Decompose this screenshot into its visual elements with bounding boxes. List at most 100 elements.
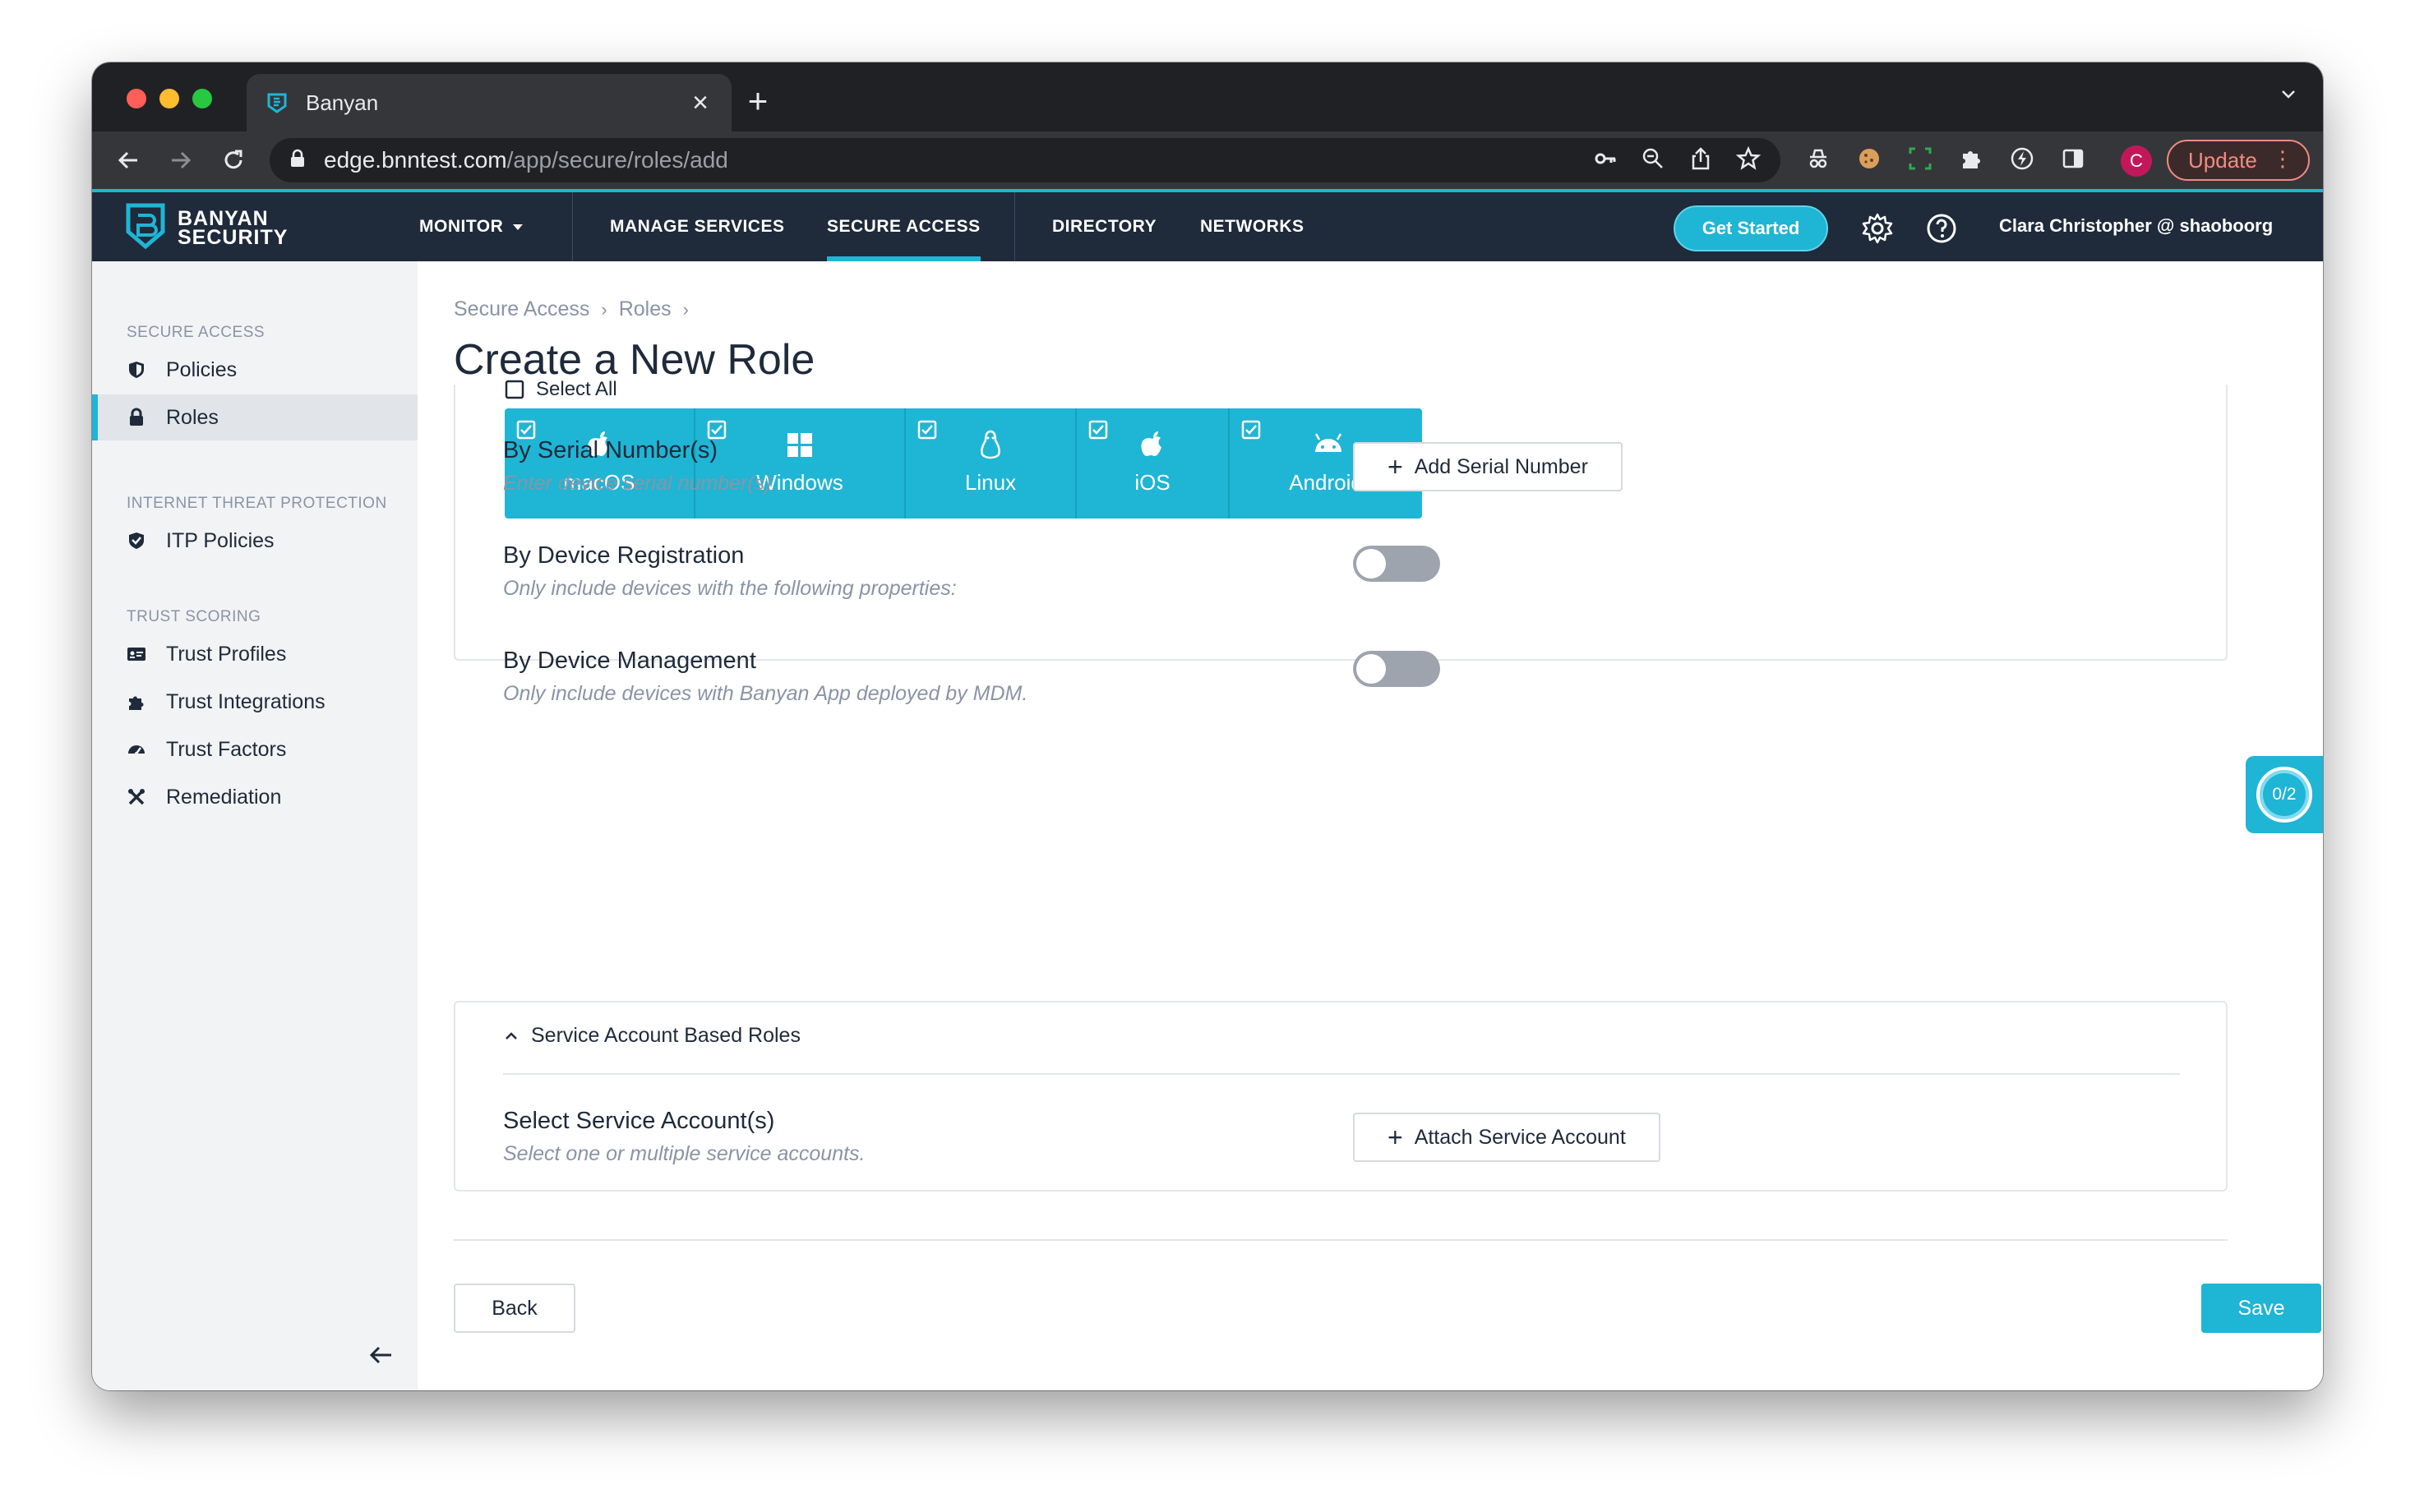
browser-window: Banyan × + edge.bnntest.com/app/secure/r… (92, 62, 2323, 1390)
help-question-icon[interactable] (1925, 212, 1958, 245)
zoom-icon[interactable] (1641, 146, 1665, 175)
sidebar-item-policies[interactable]: Policies (92, 347, 418, 393)
nav-separator (572, 192, 573, 261)
page-title: Create a New Role (454, 336, 815, 384)
address-bar[interactable]: edge.bnntest.com/app/secure/roles/add (270, 138, 1780, 182)
banyan-favicon-icon (265, 90, 289, 115)
screenshot-extension-icon[interactable] (1907, 145, 1933, 176)
sidebar-item-remediation[interactable]: Remediation (92, 774, 418, 820)
sidebar-item-trust-profiles[interactable]: Trust Profiles (92, 631, 418, 677)
extension-incognito-icon[interactable] (1805, 145, 1831, 176)
get-started-button[interactable]: Get Started (1674, 205, 1828, 251)
main-content: Secure Access › Roles › Create a New Rol… (418, 261, 2323, 1390)
maximize-window-button[interactable] (192, 89, 212, 108)
sidebar-item-itp-policies[interactable]: ITP Policies (92, 518, 418, 564)
sidebar-item-roles[interactable]: Roles (92, 394, 418, 440)
sidebar-section-secure-access: SECURE ACCESS (127, 324, 266, 341)
platform-windows[interactable]: Windows (695, 408, 906, 519)
footer-divider (454, 1239, 2228, 1241)
device-management-toggle[interactable] (1353, 651, 1440, 687)
sidebar-section-trust-scoring: TRUST SCORING (127, 608, 261, 625)
settings-gear-icon[interactable] (1861, 212, 1894, 245)
breadcrumb-secure-access[interactable]: Secure Access (454, 297, 589, 321)
onboarding-progress-widget[interactable]: 0/2 (2246, 756, 2323, 833)
sidebar-item-label: Trust Factors (166, 737, 287, 761)
plus-icon: + (1388, 1122, 1403, 1152)
add-serial-number-label: Add Serial Number (1414, 454, 1588, 478)
tab-close-icon[interactable]: × (687, 89, 713, 117)
service-account-section-title: Service Account Based Roles (531, 1024, 801, 1047)
platform-linux[interactable]: Linux (906, 408, 1077, 519)
cookie-extension-icon[interactable] (1856, 145, 1882, 176)
more-vertical-icon[interactable]: ⋮ (2272, 148, 2293, 169)
apple-icon (1137, 429, 1168, 460)
shield-icon (127, 360, 146, 380)
checkbox-checked-icon[interactable] (917, 420, 937, 440)
side-panel-icon[interactable] (2060, 145, 2086, 176)
sidebar-item-label: Remediation (166, 785, 282, 809)
checkbox-checked-icon[interactable] (1088, 420, 1108, 440)
plus-icon: + (1388, 452, 1403, 482)
device-criteria-card: Select All macOS Windows Linux iOS Andro… (454, 378, 2228, 661)
linux-penguin-icon (975, 429, 1006, 460)
select-all-checkbox[interactable]: Select All (505, 378, 617, 401)
user-account-label[interactable]: Clara Christopher @ shaoboorg (1999, 215, 2273, 237)
collapse-sidebar-arrow-icon[interactable] (367, 1341, 396, 1371)
chevron-up-icon (503, 1028, 519, 1044)
add-serial-number-button[interactable]: + Add Serial Number (1353, 442, 1623, 491)
lock-icon (127, 408, 146, 427)
service-account-section-header[interactable]: Service Account Based Roles (503, 1024, 801, 1048)
service-account-subtitle: Select one or multiple service accounts. (503, 1142, 866, 1165)
id-card-icon (127, 644, 146, 664)
divider (503, 1073, 2180, 1075)
tab-strip: Banyan × + (92, 62, 2323, 131)
sidebar-item-trust-integrations[interactable]: Trust Integrations (92, 679, 418, 725)
profile-avatar[interactable]: C (2121, 145, 2152, 177)
breadcrumb-roles[interactable]: Roles (619, 297, 672, 321)
attach-service-account-button[interactable]: + Attach Service Account (1353, 1113, 1660, 1162)
platform-label: Linux (964, 470, 1017, 495)
share-icon[interactable] (1688, 146, 1713, 175)
bolt-extension-icon[interactable] (2009, 145, 2035, 176)
nav-secure-access[interactable]: SECURE ACCESS (827, 192, 981, 261)
platform-ios[interactable]: iOS (1077, 408, 1230, 519)
nav-manage-services[interactable]: MANAGE SERVICES (610, 192, 785, 261)
nav-directory[interactable]: DIRECTORY (1052, 192, 1157, 261)
attach-service-account-label: Attach Service Account (1414, 1125, 1626, 1149)
device-management-subtitle: Only include devices with Banyan App dep… (503, 682, 1028, 705)
android-icon (1310, 429, 1342, 460)
tab-search-chevron-icon[interactable] (2279, 82, 2298, 110)
update-label: Update (2188, 147, 2257, 173)
checkbox-checked-icon[interactable] (1241, 420, 1261, 440)
sidebar-item-label: Trust Profiles (166, 642, 287, 666)
platform-label: Android (1289, 470, 1363, 495)
sidebar-item-label: ITP Policies (166, 528, 275, 552)
nav-monitor[interactable]: MONITOR (419, 192, 524, 261)
windows-icon (784, 429, 815, 460)
close-window-button[interactable] (127, 89, 146, 108)
gauge-icon (127, 740, 146, 759)
platform-label: iOS (1134, 470, 1171, 495)
minimize-window-button[interactable] (159, 89, 179, 108)
device-registration-toggle[interactable] (1353, 546, 1440, 582)
sidebar: SECURE ACCESS Policies Roles INTERNET TH… (92, 261, 418, 1390)
url-text: edge.bnntest.com/app/secure/roles/add (324, 147, 1593, 173)
sidebar-item-label: Policies (166, 357, 238, 381)
browser-tab[interactable]: Banyan × (247, 74, 732, 131)
nav-networks[interactable]: NETWORKS (1200, 192, 1304, 261)
nav-separator (1014, 192, 1015, 261)
new-tab-icon[interactable]: + (741, 84, 774, 118)
sidebar-item-label: Trust Integrations (166, 689, 326, 713)
save-button[interactable]: Save (2201, 1284, 2321, 1333)
sidebar-item-trust-factors[interactable]: Trust Factors (92, 726, 418, 772)
forward-arrow-icon[interactable] (164, 144, 197, 177)
reload-icon[interactable] (217, 144, 250, 177)
back-button[interactable]: Back (454, 1284, 575, 1333)
extensions-puzzle-icon[interactable] (1958, 145, 1984, 176)
device-registration-subtitle: Only include devices with the following … (503, 577, 957, 600)
key-icon[interactable] (1593, 146, 1618, 175)
bookmark-star-icon[interactable] (1735, 145, 1762, 175)
back-arrow-icon[interactable] (112, 144, 145, 177)
serial-number-title: By Serial Number(s) (503, 437, 718, 463)
update-button[interactable]: Update ⋮ (2167, 140, 2310, 181)
